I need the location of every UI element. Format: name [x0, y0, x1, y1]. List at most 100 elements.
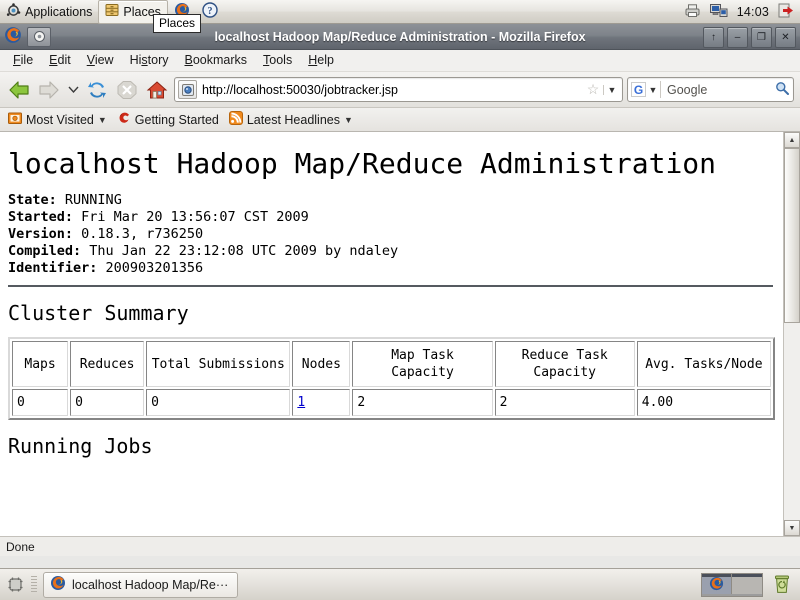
cell-map-task-capacity: 2: [352, 389, 493, 416]
workspace-switcher[interactable]: [701, 572, 763, 597]
taskbar-grip-handle[interactable]: [31, 575, 37, 594]
reload-button[interactable]: [84, 77, 110, 103]
content-viewport: localhost Hadoop Map/Reduce Administrati…: [0, 132, 800, 536]
section-divider: [8, 285, 773, 287]
cell-nodes: 1: [292, 389, 351, 416]
menu-view[interactable]: View: [80, 51, 121, 70]
applications-menu[interactable]: Applications: [0, 1, 98, 23]
firefox-bookmark-icon: [117, 111, 131, 128]
logout-icon[interactable]: [778, 3, 794, 21]
chevron-down-icon[interactable]: ▼: [98, 115, 107, 125]
close-window-button[interactable]: ✕: [775, 27, 796, 48]
desktop-taskbar: localhost Hadoop Map/Re···: [0, 568, 800, 600]
help-launcher-icon: ?: [202, 2, 218, 21]
col-header-avg-tasks-per-node: Avg. Tasks/Node: [636, 341, 771, 387]
info-version-label: Version:: [8, 226, 74, 242]
bookmarks-toolbar: Most Visited ▼ Getting Started Latest He…: [0, 108, 800, 132]
info-compiled-row: Compiled: Thu Jan 22 23:12:08 UTC 2009 b…: [8, 243, 773, 260]
info-compiled-value: Thu Jan 22 23:12:08 UTC 2009 by ndaley: [89, 243, 399, 259]
applications-label: Applications: [25, 4, 93, 19]
menu-edit[interactable]: Edit: [42, 51, 78, 70]
info-identifier-label: Identifier:: [8, 260, 98, 276]
google-engine-icon[interactable]: G: [631, 82, 646, 97]
workspace-1[interactable]: [702, 573, 732, 594]
panel-status-area: 14:03: [684, 3, 800, 21]
cell-avg-tasks-per-node: 4.00: [636, 389, 771, 416]
menu-bookmarks[interactable]: Bookmarks: [178, 51, 255, 70]
search-bar[interactable]: G ▼ Google: [627, 77, 794, 102]
search-engine-dropdown-icon[interactable]: ▼: [646, 85, 660, 95]
url-text: http://localhost:50030/jobtracker.jsp: [202, 82, 398, 97]
scroll-down-button[interactable]: ▼: [784, 520, 800, 536]
page-favicon-icon: [178, 80, 197, 99]
cluster-summary-heading: Cluster Summary: [8, 301, 189, 325]
jobtracker-info-block: State: RUNNING Started: Fri Mar 20 13:56…: [8, 192, 773, 277]
places-icon: [105, 3, 119, 20]
col-header-reduces: Reduces: [70, 341, 145, 387]
printer-tray-icon[interactable]: [684, 3, 701, 21]
info-identifier-row: Identifier: 200903201356: [8, 260, 773, 277]
info-started-row: Started: Fri Mar 20 13:56:07 CST 2009: [8, 209, 773, 226]
cell-maps: 0: [12, 389, 69, 416]
home-button[interactable]: [144, 77, 170, 103]
minimize-window-button[interactable]: –: [727, 27, 748, 48]
back-button[interactable]: [6, 77, 32, 103]
bookmark-star-icon[interactable]: ☆: [583, 81, 603, 98]
panel-clock[interactable]: 14:03: [737, 5, 769, 19]
applications-icon: [6, 2, 21, 21]
bookmark-getting-started-label: Getting Started: [134, 112, 219, 127]
menu-help[interactable]: Help: [301, 51, 341, 70]
places-tooltip: Places: [153, 14, 202, 33]
info-state-value: RUNNING: [64, 192, 122, 208]
network-monitor-icon[interactable]: [709, 3, 728, 21]
vertical-scrollbar[interactable]: ▲ ▼: [783, 132, 800, 536]
forward-button: [36, 77, 62, 103]
bookmark-latest-headlines[interactable]: Latest Headlines ▼: [228, 111, 353, 128]
bookmark-most-visited-label: Most Visited: [26, 112, 94, 127]
table-header-row: Maps Reduces Total Submissions Nodes Map…: [12, 341, 771, 387]
page-title: localhost Hadoop Map/Reduce Administrati…: [8, 147, 717, 180]
firefox-taskbar-icon: [50, 575, 66, 594]
most-visited-icon: [8, 111, 22, 128]
window-tab-button[interactable]: [27, 26, 51, 47]
cluster-summary-table: Maps Reduces Total Submissions Nodes Map…: [8, 337, 775, 420]
url-dropdown-icon[interactable]: ▼: [603, 84, 620, 95]
info-version-row: Version: 0.18.3, r736250: [8, 226, 773, 243]
chevron-down-icon[interactable]: ▼: [344, 115, 353, 125]
window-menu-firefox-icon[interactable]: [4, 26, 22, 47]
running-jobs-heading: Running Jobs: [8, 434, 153, 458]
trash-applet[interactable]: [769, 575, 795, 594]
maximize-window-button[interactable]: ❐: [751, 27, 772, 48]
firefox-window: localhost Hadoop Map/Reduce Administrati…: [0, 24, 800, 568]
workspace-2[interactable]: [732, 573, 762, 594]
search-icon[interactable]: [771, 81, 793, 98]
url-bar[interactable]: http://localhost:50030/jobtracker.jsp ☆ …: [174, 77, 623, 102]
col-header-map-task-capacity: Map Task Capacity: [352, 341, 493, 387]
nodes-link[interactable]: 1: [297, 395, 305, 410]
info-state-row: State: RUNNING: [8, 192, 773, 209]
bookmark-getting-started[interactable]: Getting Started: [117, 111, 219, 128]
browser-statusbar: Done: [0, 536, 800, 556]
bookmark-most-visited[interactable]: Most Visited ▼: [8, 111, 107, 128]
cell-reduces: 0: [70, 389, 145, 416]
menu-history[interactable]: History: [123, 51, 176, 70]
window-titlebar[interactable]: localhost Hadoop Map/Reduce Administrati…: [0, 24, 800, 50]
show-desktop-button[interactable]: [5, 576, 25, 593]
shade-window-button[interactable]: ↑: [703, 27, 724, 48]
taskbar-window-button-firefox[interactable]: localhost Hadoop Map/Re···: [43, 571, 239, 598]
status-text: Done: [6, 539, 35, 554]
titlebar-left: [0, 26, 51, 47]
window-title: localhost Hadoop Map/Reduce Administrati…: [214, 29, 586, 44]
menu-file[interactable]: File: [6, 51, 40, 70]
gnome-top-panel: Applications Places ? 14:03: [0, 0, 800, 24]
scrollbar-thumb[interactable]: [784, 148, 800, 323]
taskbar-window-label: localhost Hadoop Map/Re···: [72, 577, 229, 592]
menu-tools[interactable]: Tools: [256, 51, 299, 70]
navigation-history-dropdown-icon[interactable]: [66, 77, 80, 103]
info-identifier-value: 200903201356: [105, 260, 204, 276]
scroll-up-button[interactable]: ▲: [784, 132, 800, 148]
search-input[interactable]: Google: [661, 83, 771, 97]
col-header-reduce-task-capacity: Reduce Task Capacity: [494, 341, 635, 387]
screen-root: Applications Places ? 14:03 Places local…: [0, 0, 800, 600]
info-version-value: 0.18.3, r736250: [81, 226, 204, 242]
